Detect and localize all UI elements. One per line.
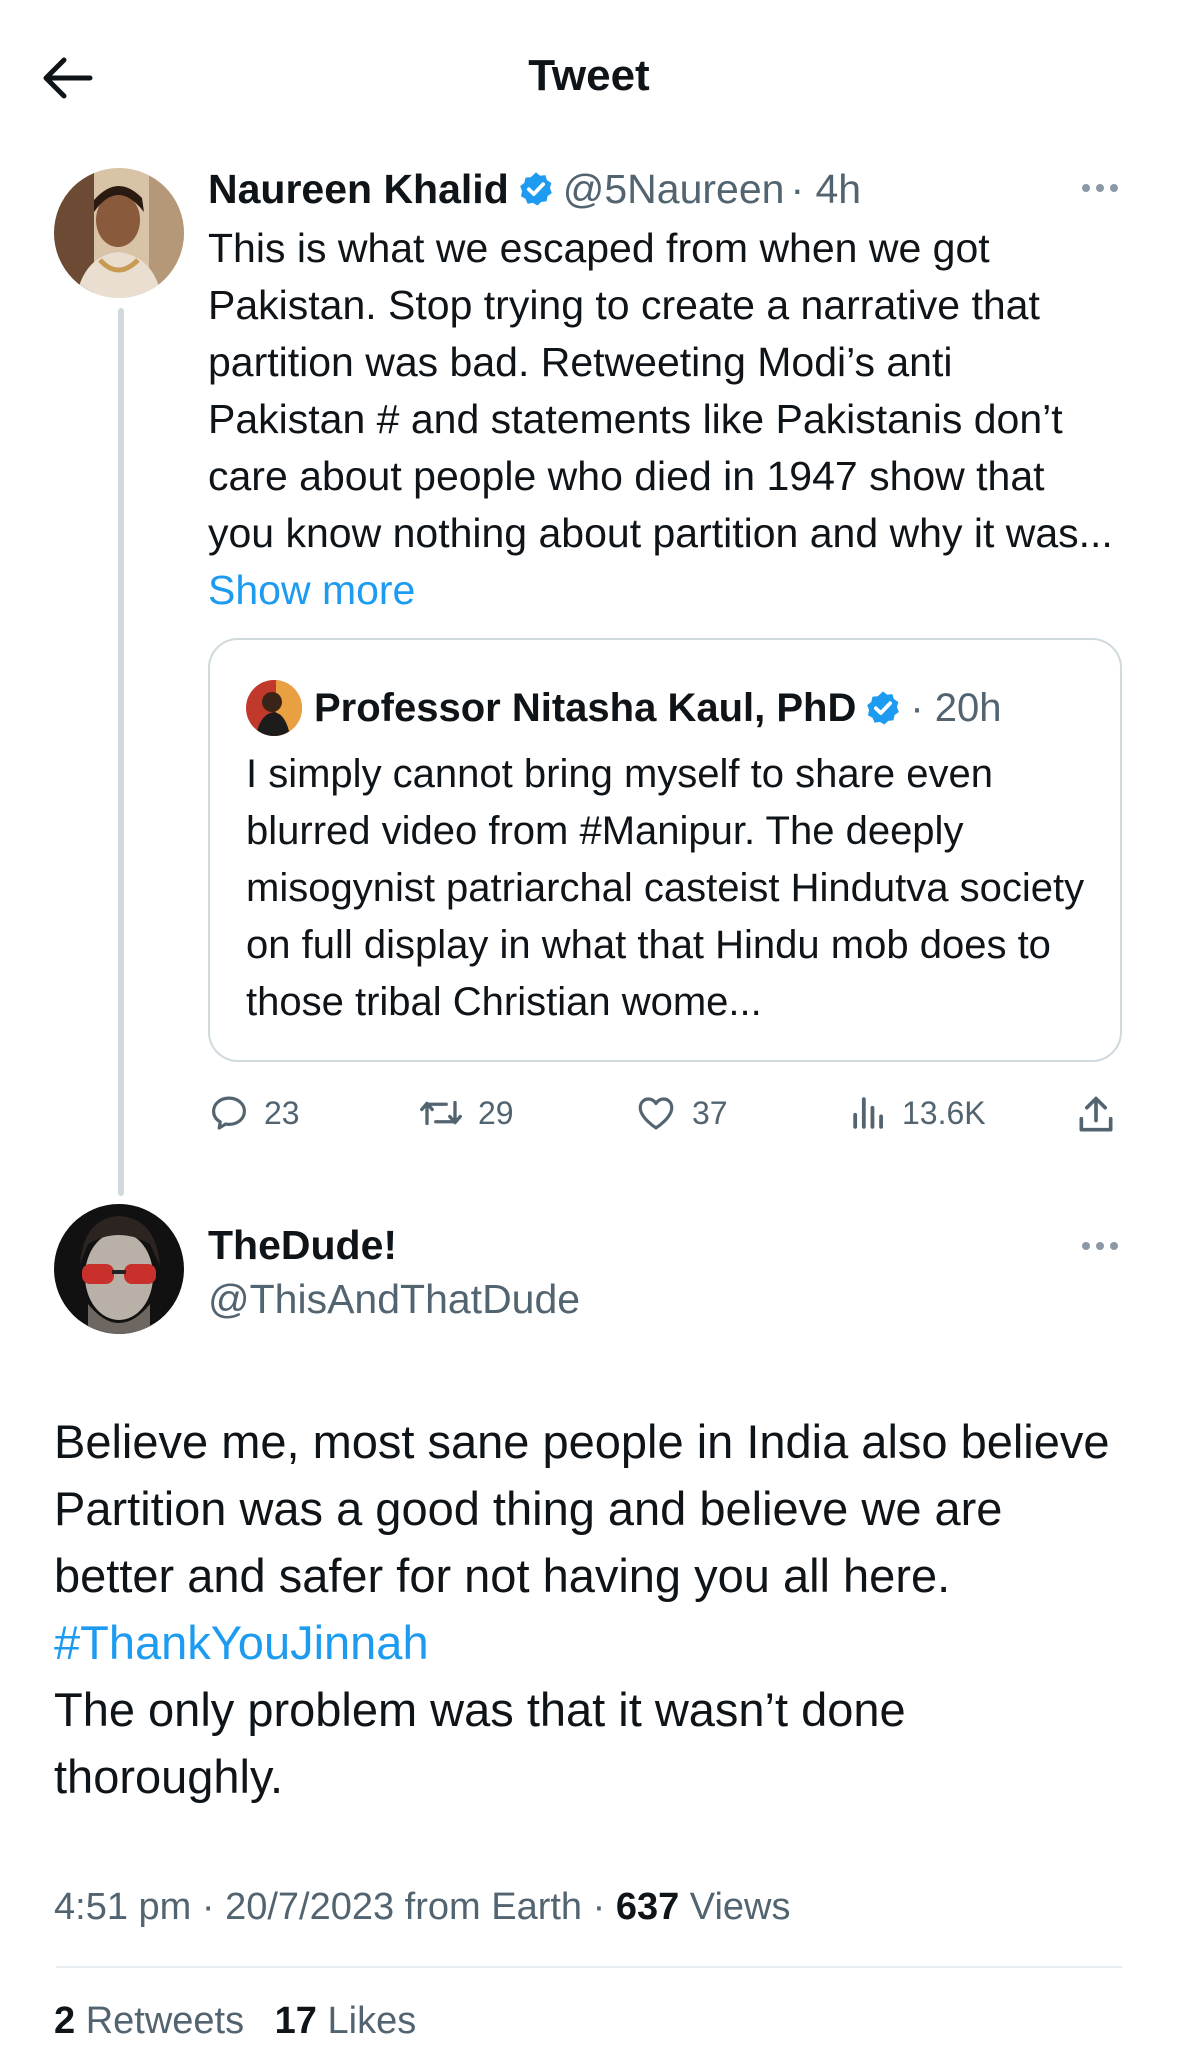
views-total: 637 — [615, 1886, 680, 1928]
reply-author-name[interactable]: TheDude! — [208, 1220, 397, 1270]
views-count: 13.6K — [902, 1094, 986, 1131]
more-dots-icon — [1082, 184, 1118, 192]
reply-body-continued: The only problem was that it wasn’t done… — [54, 1683, 906, 1803]
thread-line — [118, 308, 124, 1196]
reply-count: 23 — [264, 1094, 300, 1131]
avatar[interactable] — [54, 1204, 184, 1334]
tweet-text: This is what we escaped from when we got… — [208, 220, 1120, 619]
verified-badge-icon — [519, 172, 552, 206]
tweet-header: Naureen Khalid @5Naureen · 4h — [208, 164, 861, 214]
retweets-total: 2 — [54, 2000, 76, 2042]
analytics-bars-icon — [853, 1097, 883, 1129]
quoted-author-name: Professor Nitasha Kaul, PhD — [314, 686, 857, 730]
views-label: Views — [679, 1886, 791, 1928]
reply-button[interactable]: 23 — [208, 1088, 300, 1138]
verified-badge-icon — [867, 691, 900, 725]
share-icon — [1079, 1096, 1113, 1132]
likes-total: 17 — [274, 2000, 317, 2042]
likes-stat[interactable]: 17 Likes — [275, 2000, 417, 2042]
hashtag-link[interactable]: #ThankYouJinnah — [54, 1616, 429, 1669]
reply-body: Believe me, most sane people in India al… — [54, 1415, 1110, 1602]
retweet-count: 29 — [478, 1094, 514, 1131]
quoted-tweet-card[interactable]: Professor Nitasha Kaul, PhD · 20h I simp… — [208, 638, 1122, 1062]
quoted-tweet-time: · 20h — [910, 686, 1002, 730]
quoted-tweet-text: I simply cannot bring myself to share ev… — [246, 752, 1085, 1024]
quoted-tweet-header: Professor Nitasha Kaul, PhD · 20h — [314, 680, 1002, 736]
comment-icon — [212, 1096, 246, 1130]
like-button[interactable]: 37 — [634, 1088, 728, 1138]
quoted-author-avatar — [246, 680, 302, 736]
tweet-body: This is what we escaped from when we got… — [208, 225, 1113, 556]
avatar[interactable] — [54, 168, 184, 298]
tweet-timestamp[interactable]: 4:51 pm · 20/7/2023 from Earth · — [54, 1886, 616, 1928]
page-title: Tweet — [528, 51, 650, 100]
more-options-button[interactable] — [1078, 178, 1122, 198]
author-handle[interactable]: @5Naureen — [563, 164, 785, 214]
like-count: 37 — [692, 1094, 728, 1131]
more-dots-icon — [1082, 1242, 1118, 1250]
divider — [56, 1966, 1122, 1968]
views-button[interactable]: 13.6K — [850, 1088, 986, 1138]
author-name[interactable]: Naureen Khalid — [208, 164, 509, 214]
retweets-stat[interactable]: 2 Retweets — [54, 2000, 244, 2042]
retweet-icon — [420, 1100, 462, 1126]
reply-tweet-text: Believe me, most sane people in India al… — [54, 1408, 1122, 1810]
retweet-button[interactable]: 29 — [418, 1088, 514, 1138]
share-button[interactable] — [1074, 1090, 1118, 1140]
reply-author-handle[interactable]: @ThisAndThatDude — [208, 1274, 580, 1324]
tweet-time[interactable]: · 4h — [790, 164, 861, 214]
show-more-link[interactable]: Show more — [208, 567, 415, 613]
likes-label: Likes — [316, 2000, 417, 2042]
heart-icon — [638, 1097, 674, 1130]
engagement-stats: 2 Retweets 17 Likes — [54, 1996, 416, 2046]
tweet-meta: 4:51 pm · 20/7/2023 from Earth · 637 Vie… — [54, 1882, 791, 1932]
retweets-label: Retweets — [75, 2000, 245, 2042]
more-options-button[interactable] — [1078, 1236, 1122, 1256]
